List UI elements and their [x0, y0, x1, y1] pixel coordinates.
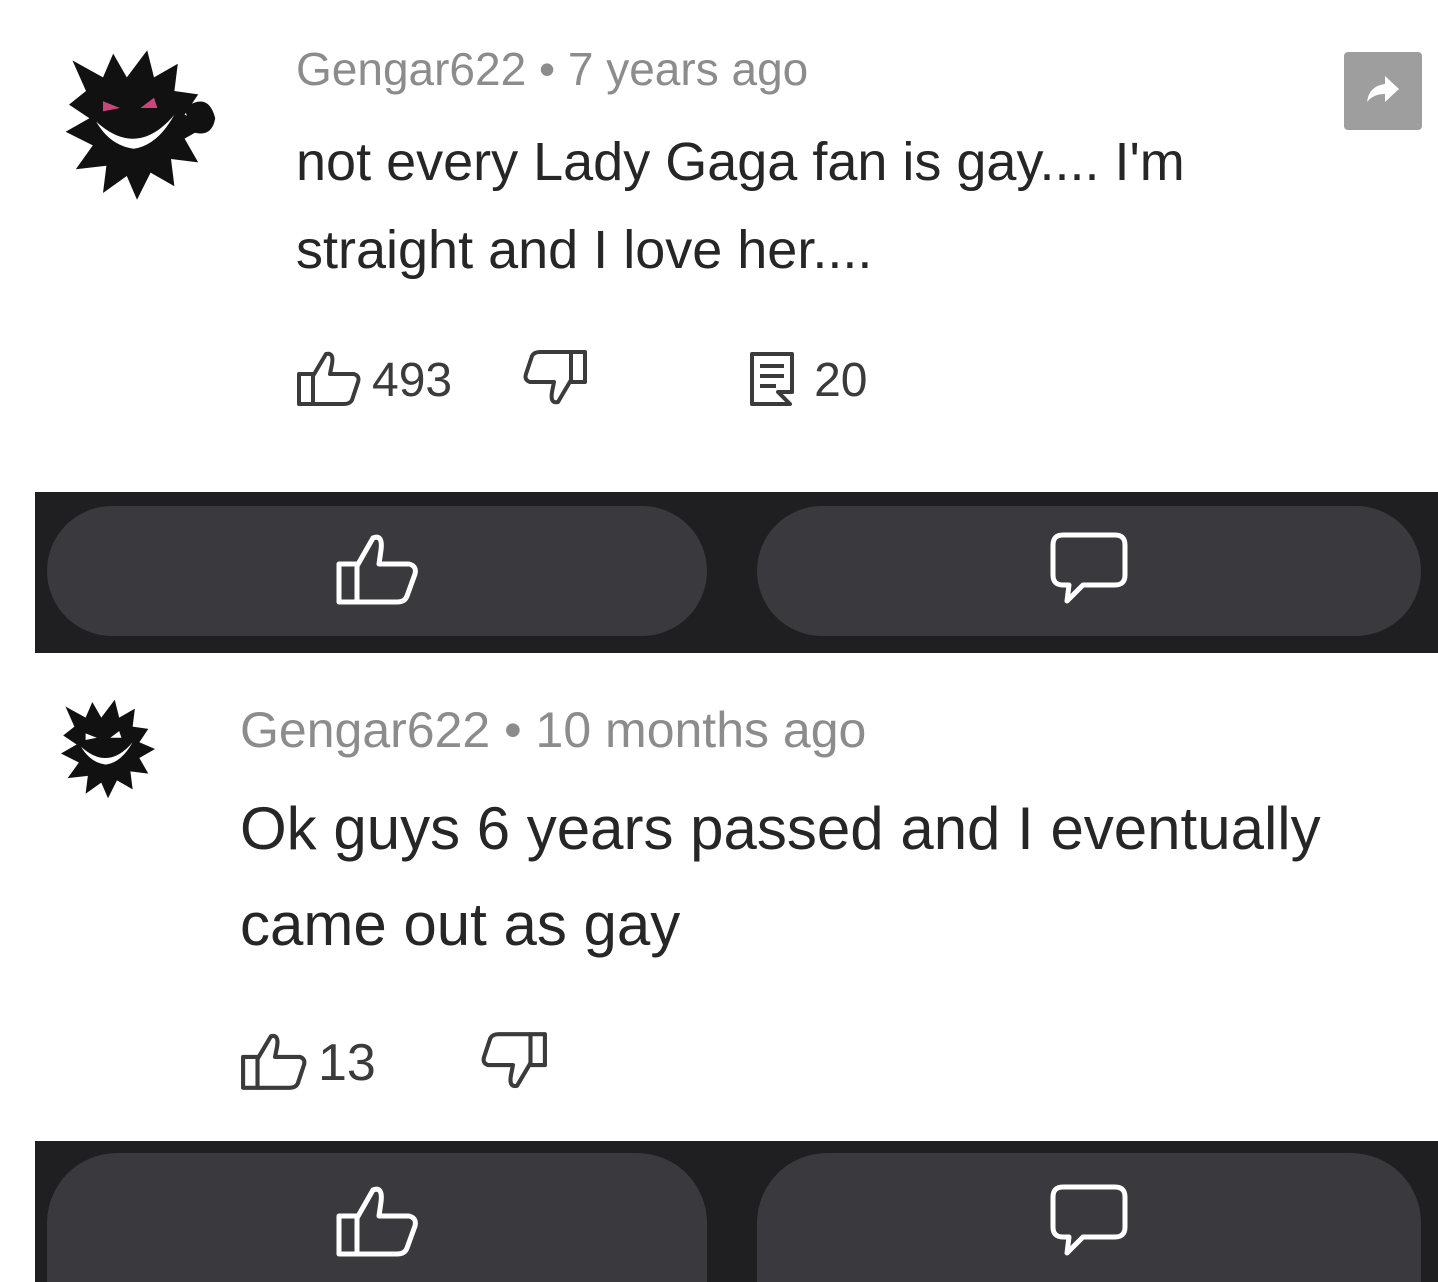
comment-timestamp[interactable]: 7 years ago	[568, 43, 808, 95]
thumbs-down-icon[interactable]	[480, 1030, 548, 1097]
thumbs-down-icon[interactable]	[522, 348, 588, 413]
meta-separator: •	[538, 43, 556, 95]
like-pill-button[interactable]	[47, 506, 707, 636]
comment-author[interactable]: Gengar622	[296, 43, 526, 95]
comment-author[interactable]: Gengar622	[240, 702, 490, 758]
comment-card: Gengar622 • 10 months ago Ok guys 6 year…	[0, 653, 1438, 1141]
dark-action-bar	[35, 1141, 1438, 1282]
share-button[interactable]	[1344, 52, 1422, 130]
speech-bubble-icon	[1049, 1183, 1129, 1264]
reply-icon[interactable]	[748, 350, 796, 411]
like-count: 13	[318, 1034, 376, 1092]
comment-meta: Gengar622 • 10 months ago	[240, 701, 866, 759]
thumbs-up-icon	[335, 530, 419, 613]
gengar-avatar-icon[interactable]	[52, 693, 164, 805]
dark-action-bar	[35, 492, 1438, 653]
comment-thread-screenshot: Gengar622 • 7 years ago not every Lady G…	[0, 0, 1438, 1282]
comment-pill-button[interactable]	[757, 506, 1421, 636]
like-count: 493	[372, 353, 453, 407]
comment-text: not every Lady Gaga fan is gay.... I'm s…	[296, 132, 1185, 280]
comment-timestamp[interactable]: 10 months ago	[536, 702, 867, 758]
gengar-avatar-icon[interactable]	[52, 40, 222, 210]
thumbs-up-icon[interactable]	[296, 348, 362, 413]
thumbs-up-icon	[335, 1182, 419, 1265]
comment-actions: 493 20	[296, 344, 867, 416]
speech-bubble-icon	[1049, 531, 1129, 612]
comment-actions: 13	[240, 1025, 548, 1101]
comment-text: Ok guys 6 years passed and I eventually …	[240, 795, 1321, 958]
thumbs-up-icon[interactable]	[240, 1030, 308, 1097]
share-arrow-icon	[1365, 74, 1401, 109]
reply-count[interactable]: 20	[814, 353, 867, 408]
comment-card: Gengar622 • 7 years ago not every Lady G…	[0, 0, 1438, 492]
comment-meta: Gengar622 • 7 years ago	[296, 42, 808, 96]
comment-pill-button[interactable]	[757, 1153, 1421, 1282]
like-pill-button[interactable]	[47, 1153, 707, 1282]
meta-separator: •	[504, 702, 522, 758]
